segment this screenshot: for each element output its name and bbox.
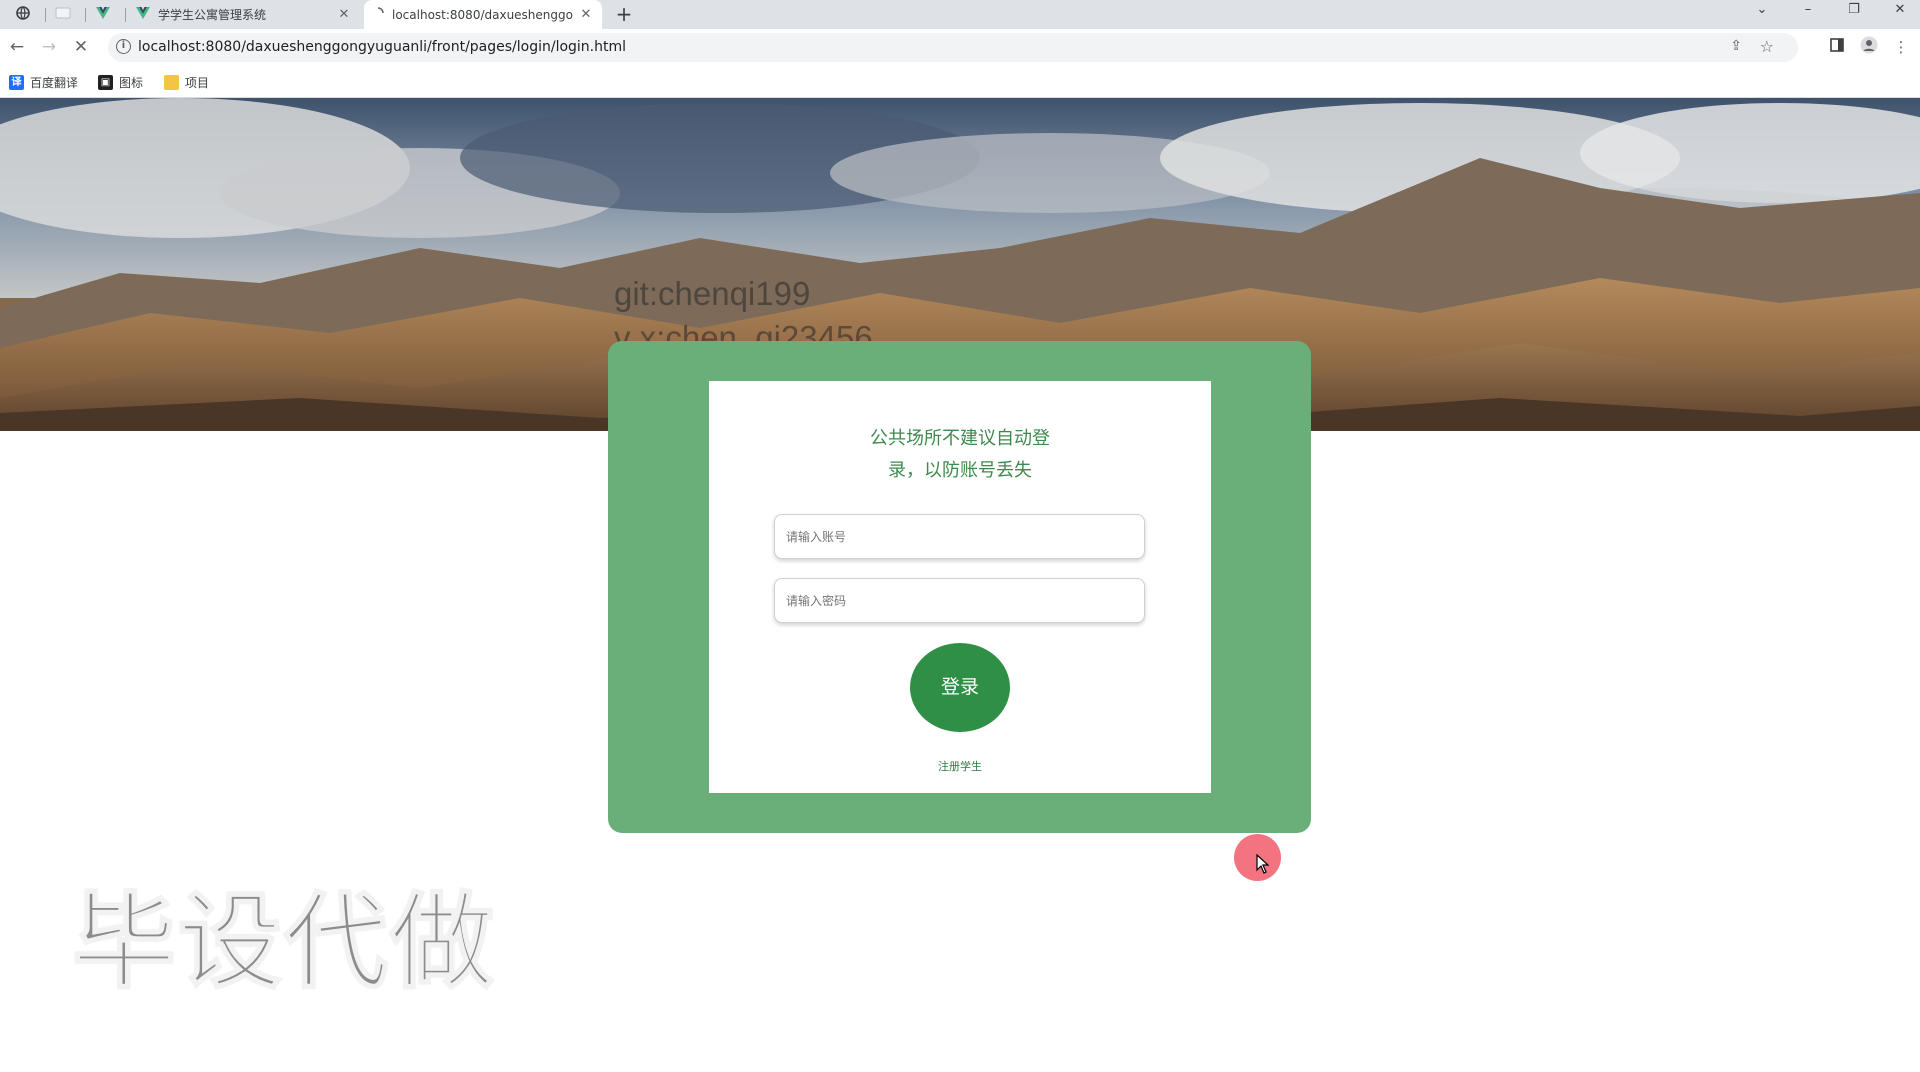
tab-separator	[85, 8, 86, 22]
forward-arrow-icon[interactable]: →	[37, 35, 61, 59]
tab-pinned-2[interactable]	[48, 0, 78, 29]
bookmark-folder-project[interactable]: 项目	[164, 74, 209, 91]
tab-separator	[45, 8, 46, 22]
git-line: git:chenqi199	[614, 275, 811, 312]
password-input[interactable]	[774, 578, 1145, 623]
security-notice: 公共场所不建议自动登 录，以防账号丢失	[840, 423, 1080, 487]
notice-line-2: 录，以防账号丢失	[888, 460, 1032, 481]
image-icon: ▣	[98, 75, 113, 90]
address-url[interactable]: localhost:8080/daxueshenggongyuguanli/fr…	[138, 39, 626, 55]
bookmark-icons[interactable]: ▣ 图标	[98, 74, 143, 91]
close-icon[interactable]: ✕	[578, 7, 594, 22]
tab-separator	[125, 8, 126, 22]
baidu-translate-icon: 译	[9, 75, 24, 90]
bookmark-label: 百度翻译	[30, 76, 79, 90]
back-arrow-icon[interactable]: ←	[5, 35, 29, 59]
tab-pinned-3[interactable]	[88, 0, 118, 29]
login-button[interactable]: 登录	[910, 643, 1010, 732]
side-panel-icon[interactable]	[1826, 36, 1848, 58]
tab-title: localhost:8080/daxueshenggo	[392, 7, 573, 22]
close-icon[interactable]: ✕	[336, 7, 352, 22]
vue-icon	[96, 7, 110, 22]
tab-pinned-1[interactable]	[8, 0, 38, 29]
globe-icon	[16, 6, 30, 23]
tab-student-dorm-system[interactable]: 学学生公寓管理系统 ✕	[128, 0, 360, 29]
bookmark-star-icon[interactable]: ☆	[1760, 37, 1774, 56]
bookmarks-bar: 译 百度翻译 ▣ 图标 项目	[0, 66, 1920, 98]
vue-icon	[136, 7, 150, 22]
address-bar[interactable]: i localhost:8080/daxueshenggongyuguanli/…	[108, 33, 1798, 62]
notice-line-1: 公共场所不建议自动登	[870, 428, 1050, 449]
share-icon[interactable]: ⇪	[1730, 38, 1742, 54]
window-close-button[interactable]: ✕	[1878, 0, 1920, 29]
restore-button[interactable]: ❐	[1832, 0, 1876, 29]
bookmark-label: 项目	[185, 76, 210, 90]
stop-loading-icon[interactable]: ✕	[69, 35, 93, 59]
browser-toolbar: ← → ✕ i localhost:8080/daxueshenggongyug…	[0, 29, 1920, 66]
tab-search-icon[interactable]: ⌄	[1740, 0, 1784, 29]
promo-watermark: 毕设代做	[71, 881, 497, 1003]
profile-avatar-icon[interactable]	[1858, 36, 1880, 58]
minimize-button[interactable]: –	[1786, 0, 1830, 29]
new-tab-button[interactable]: +	[612, 3, 636, 27]
bookmark-baidu-translate[interactable]: 译 百度翻译	[9, 74, 78, 91]
menu-kebab-icon[interactable]: ⋮	[1890, 36, 1912, 58]
username-input[interactable]	[774, 514, 1145, 559]
blank-page-icon	[55, 7, 71, 22]
browser-tab-strip: 学学生公寓管理系统 ✕ localhost:8080/daxueshenggo …	[0, 0, 1920, 29]
folder-icon	[164, 75, 179, 90]
mouse-cursor-icon	[1256, 854, 1270, 874]
tab-login-page[interactable]: localhost:8080/daxueshenggo ✕	[364, 0, 602, 29]
bookmark-label: 图标	[119, 76, 144, 90]
tab-title: 学学生公寓管理系统	[158, 8, 267, 22]
loading-icon	[372, 7, 384, 22]
register-student-link[interactable]: 注册学生	[910, 758, 1010, 774]
site-info-icon[interactable]: i	[116, 39, 131, 54]
